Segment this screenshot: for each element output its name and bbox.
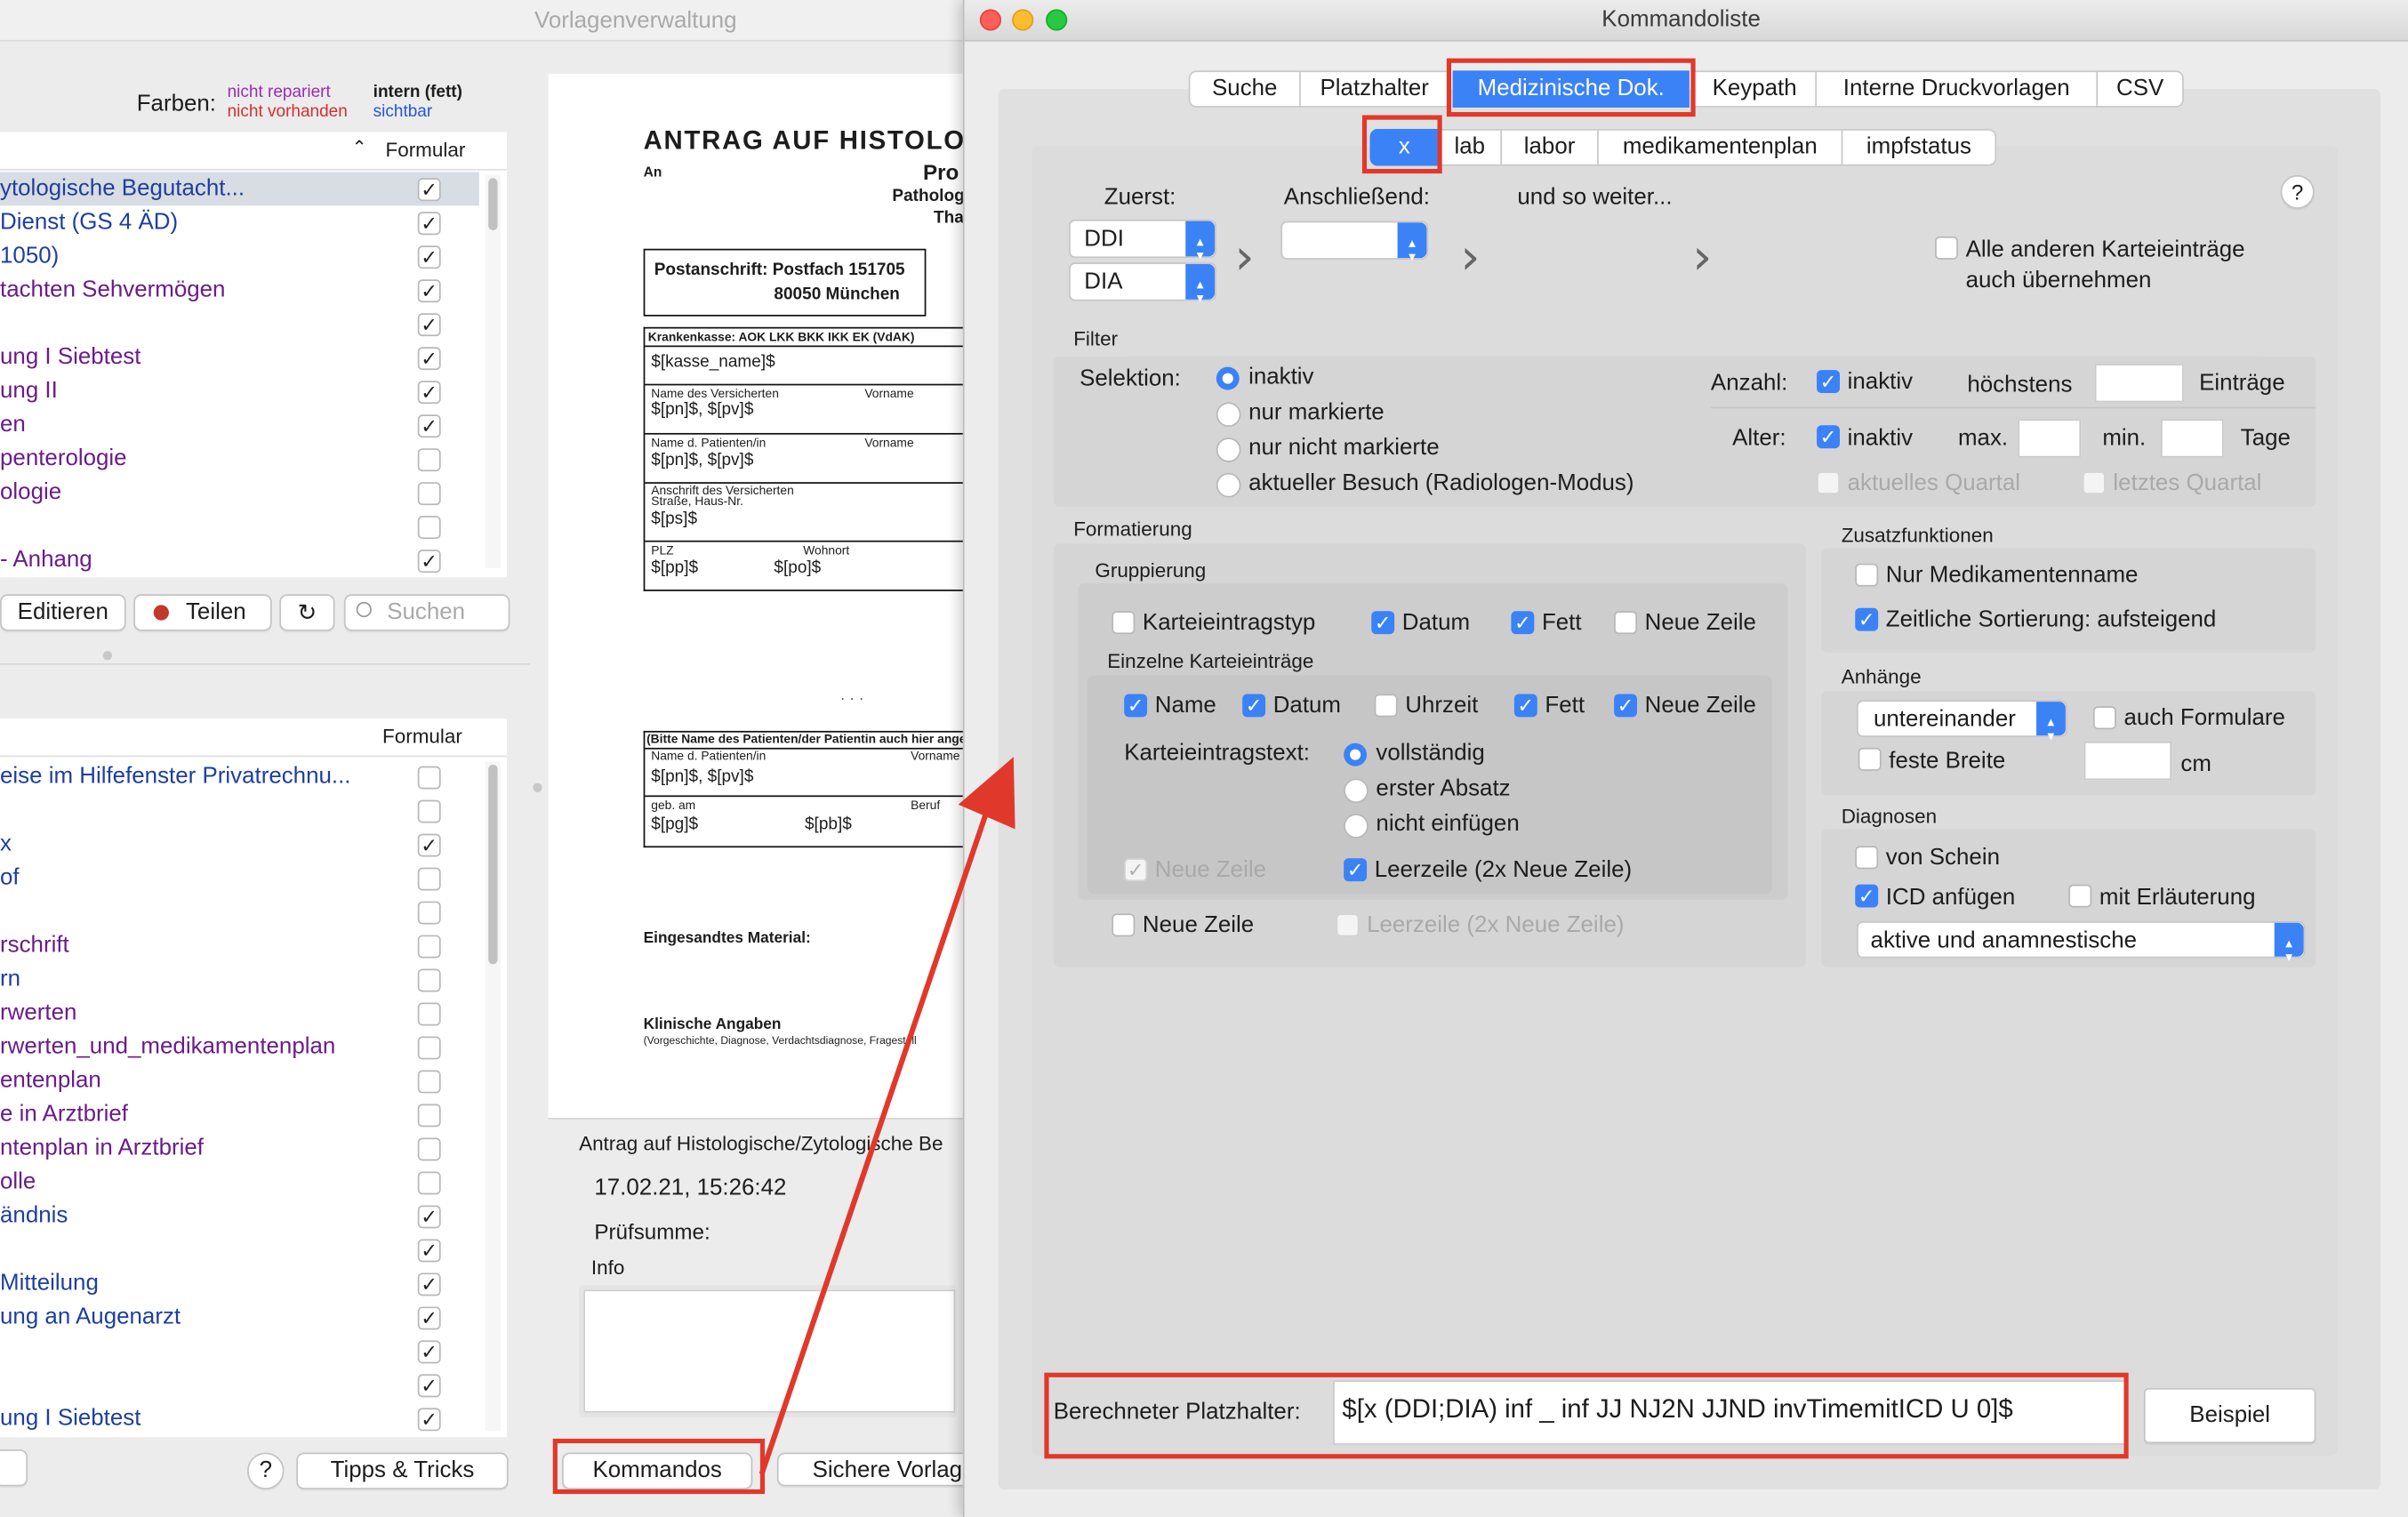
arrow-line [759, 813, 989, 1475]
annotation-arrow [759, 757, 1015, 1475]
